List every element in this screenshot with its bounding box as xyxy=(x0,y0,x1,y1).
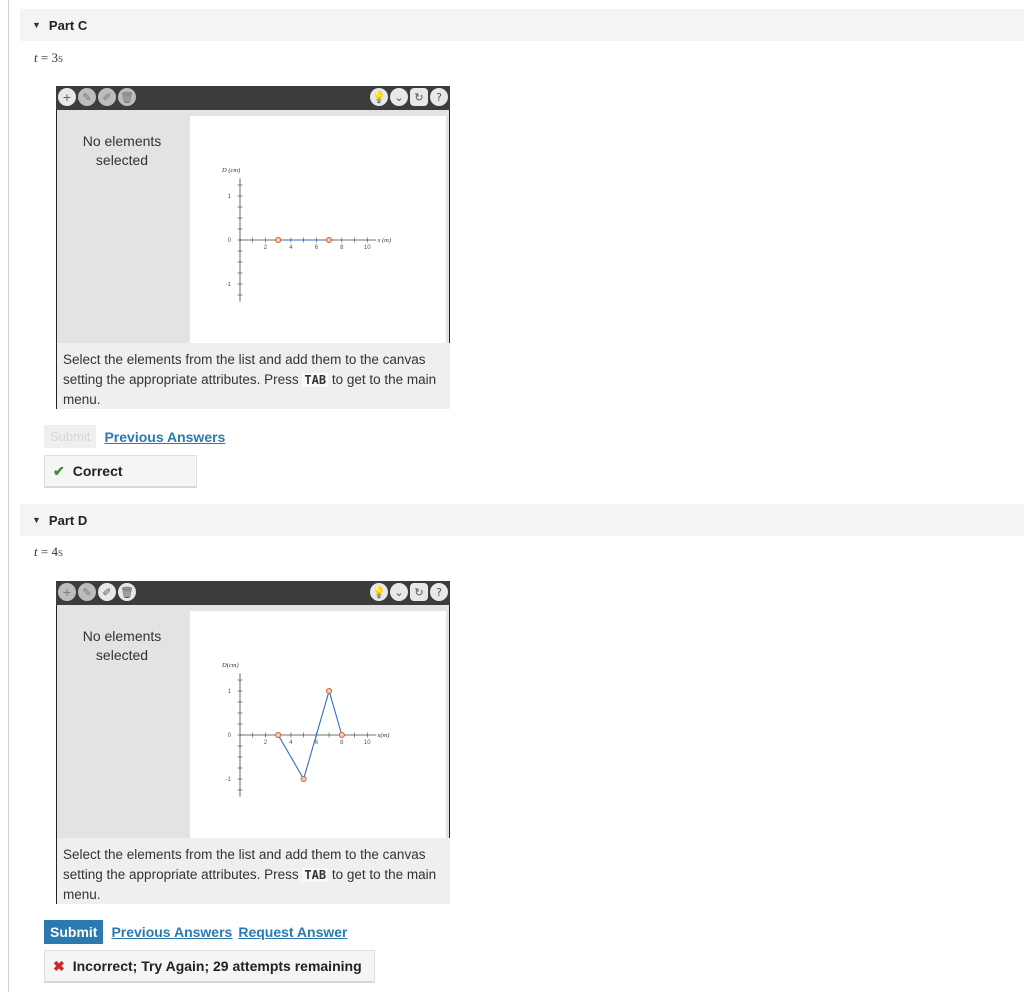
selection-status: No elements selected xyxy=(82,628,162,663)
part-c-time: t = 3s xyxy=(34,50,64,65)
part-c-actions: Submit Previous Answers xyxy=(44,425,225,448)
add-icon[interactable]: + xyxy=(58,583,76,601)
data-point xyxy=(326,236,333,244)
x-tick-label: 2 xyxy=(264,740,268,746)
data-point xyxy=(326,687,333,695)
trash-icon[interactable]: 🗑 xyxy=(118,583,136,601)
add-icon[interactable]: + xyxy=(58,88,76,106)
graph-body: No elements selected 2 4 6 8 10 1 0 -1 D(cm) x(m) xyxy=(56,605,450,838)
hint-icon[interactable]: 💡 xyxy=(370,88,388,106)
collapse-caret-icon[interactable]: ▼ xyxy=(32,515,41,525)
dropdown-icon[interactable]: ⌄ xyxy=(390,88,408,106)
part-d-header[interactable]: ▼ Part D xyxy=(20,504,1024,536)
data-point xyxy=(338,731,345,739)
part-c-graph-widget: + ✎ ✐ 🗑 💡 ⌄ ↻ ? No elements selected 2 4 6… xyxy=(56,86,450,409)
data-point xyxy=(300,775,307,783)
data-point xyxy=(275,236,282,244)
dropdown-icon[interactable]: ⌄ xyxy=(390,583,408,601)
graph-body: No elements selected 2 4 6 8 10 1 0 -1 D (cm) x (… xyxy=(56,110,450,343)
y-tick-label: 0 xyxy=(228,238,232,244)
x-icon: ✖ xyxy=(53,957,65,974)
part-c-feedback: ✔ Correct xyxy=(44,455,197,488)
collapse-caret-icon[interactable]: ▼ xyxy=(32,20,41,30)
tab-key: TAB xyxy=(302,373,329,387)
x-tick-label: 4 xyxy=(289,740,293,746)
y-tick-label: -1 xyxy=(226,777,232,783)
pencil-icon[interactable]: ✎ xyxy=(78,88,96,106)
graph-toolbar: + ✎ ✐ 🗑 💡 ⌄ ↻ ? xyxy=(56,86,450,110)
y-tick-label: 1 xyxy=(228,689,232,695)
submit-button[interactable]: Submit xyxy=(44,425,97,448)
previous-answers-link[interactable]: Previous Answers xyxy=(104,429,225,445)
x-axis-label: x(m) xyxy=(376,732,389,739)
reset-icon[interactable]: ↻ xyxy=(410,88,428,106)
y-tick-label: 1 xyxy=(228,194,232,200)
instructions: Select the elements from the list and ad… xyxy=(56,343,450,409)
y-tick-label: 0 xyxy=(228,733,232,739)
x-tick-label: 10 xyxy=(364,245,371,251)
x-tick-label: 8 xyxy=(340,740,344,746)
part-c-header[interactable]: ▼ Part C xyxy=(20,9,1024,41)
selection-status: No elements selected xyxy=(82,133,162,168)
pencil-plus-icon[interactable]: ✐ xyxy=(98,583,116,601)
request-answer-link[interactable]: Request Answer xyxy=(238,924,347,940)
help-icon[interactable]: ? xyxy=(430,583,448,601)
graph-svg-c[interactable]: 2 4 6 8 1010-1D (cm)x (m) xyxy=(190,116,446,343)
pencil-icon[interactable]: ✎ xyxy=(78,583,96,601)
graph-canvas[interactable]: 2 4 6 8 10 1 0 -1 D(cm) x(m) xyxy=(190,611,446,838)
y-tick-label: -1 xyxy=(226,282,232,288)
submit-button[interactable]: Submit xyxy=(44,920,104,944)
pencil-plus-icon[interactable]: ✐ xyxy=(98,88,116,106)
tab-key: TAB xyxy=(302,868,329,882)
x-tick-label: 8 xyxy=(340,245,344,251)
hint-icon[interactable]: 💡 xyxy=(370,583,388,601)
part-d-feedback: ✖ Incorrect; Try Again; 29 attempts rema… xyxy=(44,950,375,983)
feedback-text: Incorrect; Try Again; 29 attempts remain… xyxy=(72,958,362,974)
part-d-time: t = 4s xyxy=(34,544,64,559)
x-tick-label: 4 xyxy=(289,245,293,251)
check-icon: ✔ xyxy=(53,462,65,479)
previous-answers-link[interactable]: Previous Answers xyxy=(111,924,232,940)
trash-icon[interactable]: 🗑 xyxy=(118,88,136,106)
part-c-title: Part C xyxy=(48,17,88,33)
part-d-title: Part D xyxy=(48,512,88,528)
feedback-text: Correct xyxy=(72,463,123,479)
graph-svg-d[interactable]: 2 4 6 8 1010-1D(cm)x(m) xyxy=(190,611,446,838)
data-point xyxy=(275,731,282,739)
x-axis-label: x (m) xyxy=(376,237,391,244)
x-tick-label: 10 xyxy=(364,740,371,746)
x-tick-label: 6 xyxy=(315,740,319,746)
help-icon[interactable]: ? xyxy=(430,88,448,106)
part-d-actions: Submit Previous Answers Request Answer xyxy=(44,920,348,944)
graph-canvas[interactable]: 2 4 6 8 10 1 0 -1 D (cm) x (m) xyxy=(190,116,446,343)
instructions: Select the elements from the list and ad… xyxy=(56,838,450,904)
graph-toolbar: + ✎ ✐ 🗑 💡 ⌄ ↻ ? xyxy=(56,581,450,605)
reset-icon[interactable]: ↻ xyxy=(410,583,428,601)
x-tick-label: 6 xyxy=(315,245,319,251)
left-rule xyxy=(8,0,9,992)
x-tick-label: 2 xyxy=(264,245,268,251)
part-d-graph-widget: + ✎ ✐ 🗑 💡 ⌄ ↻ ? No elements selected 2 4 6… xyxy=(56,581,450,904)
y-axis-label: D (cm) xyxy=(221,167,240,174)
y-axis-label: D(cm) xyxy=(221,662,239,669)
